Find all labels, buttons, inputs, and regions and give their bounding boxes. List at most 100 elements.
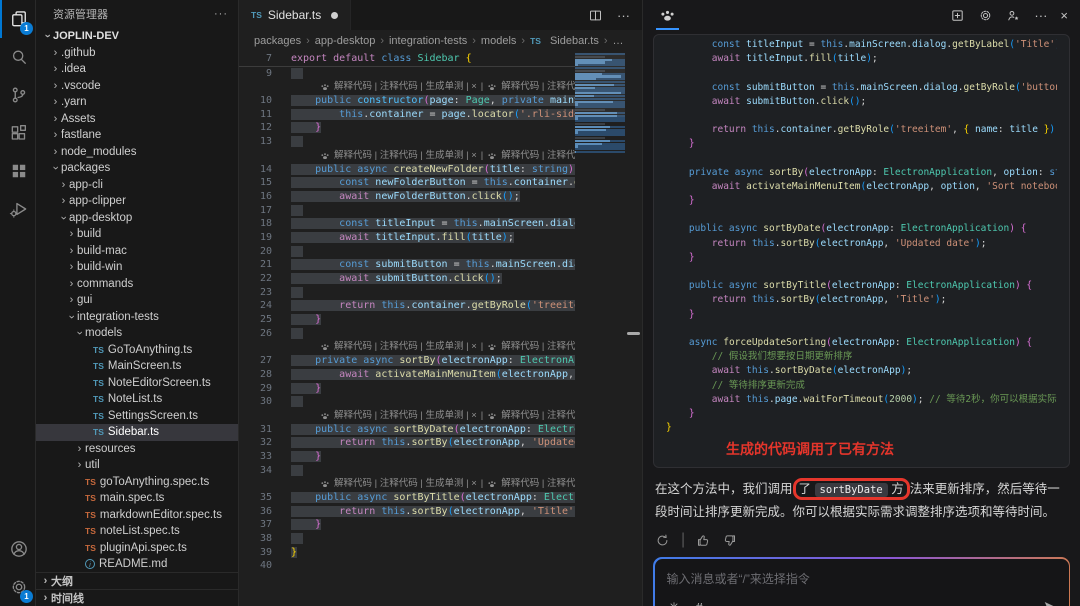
tree-item-readme-md[interactable]: iREADME.md bbox=[36, 556, 238, 572]
editor-line[interactable]: 32 return this.sortBy(electronApp, 'Upda… bbox=[239, 436, 575, 450]
tree-item--yarn[interactable]: ›.yarn bbox=[36, 94, 238, 111]
activity-item-account[interactable] bbox=[0, 530, 35, 568]
close-icon[interactable]: × bbox=[1060, 9, 1068, 22]
breadcrumb-item[interactable]: models bbox=[481, 35, 516, 47]
editor-line[interactable]: 19 await titleInput.fill(title); bbox=[239, 231, 575, 245]
activity-item-run-config[interactable] bbox=[0, 190, 35, 228]
editor-line[interactable]: 23 bbox=[239, 286, 575, 300]
editor-line[interactable]: 35 public async sortByTitle(electronApp:… bbox=[239, 491, 575, 505]
editor-line[interactable]: 33 } bbox=[239, 450, 575, 464]
tree-item-resources[interactable]: ›resources bbox=[36, 441, 238, 458]
more-icon[interactable]: ··· bbox=[1034, 9, 1047, 22]
editor-line[interactable]: 22 await submitButton.click(); bbox=[239, 272, 575, 286]
codelens-label[interactable]: 解释代码 | 注释代码 | 生成单测 | × bbox=[334, 409, 477, 423]
tree-item-app-clipper[interactable]: ›app-clipper bbox=[36, 193, 238, 210]
breadcrumb-item[interactable]: packages bbox=[254, 35, 301, 47]
tree-item-commands[interactable]: ›commands bbox=[36, 276, 238, 293]
breadcrumb-item[interactable]: app-desktop bbox=[315, 35, 376, 47]
codelens-label[interactable]: 解释代码 | 注释代码 | 生成单测 | × bbox=[334, 477, 477, 491]
tree-item-app-cli[interactable]: ›app-cli bbox=[36, 177, 238, 194]
codelens-label[interactable]: 解释代码 | 注释代码 | 生成单测 | × bbox=[501, 340, 575, 354]
dislike-icon[interactable] bbox=[722, 533, 737, 548]
tree-item-settingsscreen-ts[interactable]: TSSettingsScreen.ts bbox=[36, 408, 238, 425]
codelens-actions[interactable]: 解释代码 | 注释代码 | 生成单测 | ×|解释代码 | 注释代码 | 生成单… bbox=[239, 80, 575, 94]
codelens-label[interactable]: 解释代码 | 注释代码 | 生成单测 | × bbox=[334, 340, 477, 354]
editor-line[interactable]: 34 bbox=[239, 464, 575, 478]
editor-line[interactable]: 11 this.container = page.locator('.rli-s… bbox=[239, 108, 575, 122]
editor-line[interactable]: 37 } bbox=[239, 518, 575, 532]
tab-sidebar-ts[interactable]: TS Sidebar.ts bbox=[239, 0, 351, 30]
feedback-icon[interactable] bbox=[1006, 8, 1021, 23]
tree-item--vscode[interactable]: ›.vscode bbox=[36, 78, 238, 95]
codelens-label[interactable]: 解释代码 | 注释代码 | 生成单测 | × bbox=[501, 149, 575, 163]
send-icon[interactable] bbox=[1043, 600, 1057, 606]
editor-line[interactable]: 26 bbox=[239, 327, 575, 341]
minimap-slider[interactable] bbox=[575, 53, 625, 117]
codelens-label[interactable]: 解释代码 | 注释代码 | 生成单测 | × bbox=[334, 149, 477, 163]
tree-item-build-mac[interactable]: ›build-mac bbox=[36, 243, 238, 260]
editor-line[interactable]: 21 const submitButton = this.mainScreen.… bbox=[239, 258, 575, 272]
activity-item-source-control[interactable] bbox=[0, 76, 35, 114]
tree-item-pluginapi-spec-ts[interactable]: TSpluginApi.spec.ts bbox=[36, 540, 238, 557]
editor-line[interactable]: 9 bbox=[239, 67, 575, 81]
codelens-actions[interactable]: 解释代码 | 注释代码 | 生成单测 | ×|解释代码 | 注释代码 | 生成单… bbox=[239, 409, 575, 423]
codelens-actions[interactable]: 解释代码 | 注释代码 | 生成单测 | ×|解释代码 | 注释代码 | 生成单… bbox=[239, 340, 575, 354]
new-session-icon[interactable] bbox=[950, 8, 965, 23]
regenerate-icon[interactable] bbox=[655, 533, 670, 548]
assistant-tab[interactable] bbox=[651, 0, 684, 30]
tree-item-gui[interactable]: ›gui bbox=[36, 292, 238, 309]
codelens-label[interactable]: 解释代码 | 注释代码 | 生成单测 | × bbox=[501, 409, 575, 423]
tree-item-joplin-dev[interactable]: ›JOPLIN-DEV bbox=[36, 28, 238, 45]
tree-item-mainscreen-ts[interactable]: TSMainScreen.ts bbox=[36, 358, 238, 375]
codelens-label[interactable]: 解释代码 | 注释代码 | 生成单测 | × bbox=[501, 80, 575, 94]
editor-line[interactable]: 12 } bbox=[239, 121, 575, 135]
tree-item--github[interactable]: ›.github bbox=[36, 45, 238, 62]
tree-item-gotoanything-spec-ts[interactable]: TSgoToAnything.spec.ts bbox=[36, 474, 238, 491]
minimap[interactable] bbox=[575, 53, 625, 606]
editor-line[interactable]: 18 const titleInput = this.mainScreen.di… bbox=[239, 217, 575, 231]
editor-line[interactable]: 30 bbox=[239, 395, 575, 409]
editor-line[interactable]: 10 public constructor(page: Page, privat… bbox=[239, 94, 575, 108]
tree-item-notelist-ts[interactable]: TSNoteList.ts bbox=[36, 391, 238, 408]
breadcrumb-item[interactable]: Sidebar.ts bbox=[550, 35, 599, 47]
editor-line[interactable]: 39} bbox=[239, 546, 575, 560]
chat-input[interactable]: 输入消息或者“/”来选择指令 # bbox=[655, 559, 1069, 606]
editor-line[interactable]: 40 bbox=[239, 559, 575, 573]
codelens-actions[interactable]: 解释代码 | 注释代码 | 生成单测 | ×|解释代码 | 注释代码 | 生成单… bbox=[239, 477, 575, 491]
explorer-more-icon[interactable]: ··· bbox=[214, 8, 228, 20]
editor-line[interactable]: 25 } bbox=[239, 313, 575, 327]
editor-line[interactable]: 29 } bbox=[239, 382, 575, 396]
activity-item-search[interactable] bbox=[0, 38, 35, 76]
codelens-label[interactable]: 解释代码 | 注释代码 | 生成单测 | × bbox=[501, 477, 575, 491]
editor-line[interactable]: 17 bbox=[239, 204, 575, 218]
tree-item-models[interactable]: ›models bbox=[36, 325, 238, 342]
tree-item-notelist-spec-ts[interactable]: TSnoteList.spec.ts bbox=[36, 523, 238, 540]
codelens-label[interactable]: 解释代码 | 注释代码 | 生成单测 | × bbox=[334, 80, 477, 94]
editor-line[interactable]: 24 return this.container.getByRole('tree… bbox=[239, 299, 575, 313]
editor-line[interactable]: 15 const newFolderButton = this.containe… bbox=[239, 176, 575, 190]
tree-item-noteeditorscreen-ts[interactable]: TSNoteEditorScreen.ts bbox=[36, 375, 238, 392]
context-hash-icon[interactable]: # bbox=[696, 600, 703, 606]
tree-item-build-win[interactable]: ›build-win bbox=[36, 259, 238, 276]
tree-item-assets[interactable]: ›Assets bbox=[36, 111, 238, 128]
tree-item-integration-tests[interactable]: ›integration-tests bbox=[36, 309, 238, 326]
editor-line[interactable]: 28 await activateMainMenuItem(electronAp… bbox=[239, 368, 575, 382]
tree-item--idea[interactable]: ›.idea bbox=[36, 61, 238, 78]
editor-line[interactable]: 16 await newFolderButton.click(); bbox=[239, 190, 575, 204]
tree-item-sidebar-ts[interactable]: TSSidebar.ts bbox=[36, 424, 238, 441]
commands-icon[interactable] bbox=[667, 600, 681, 606]
activity-item-apps-grid[interactable] bbox=[0, 152, 35, 190]
editor-line[interactable]: 36 return this.sortBy(electronApp, 'Titl… bbox=[239, 505, 575, 519]
sidebar-section-时间线[interactable]: ›时间线 bbox=[36, 589, 238, 606]
editor-line[interactable]: 38 bbox=[239, 532, 575, 546]
activity-item-files[interactable]: 1 bbox=[0, 0, 35, 38]
tree-item-markdowneditor-spec-ts[interactable]: TSmarkdownEditor.spec.ts bbox=[36, 507, 238, 524]
editor-line[interactable]: 27 private async sortBy(electronApp: Ele… bbox=[239, 354, 575, 368]
editor-line[interactable]: 14 public async createNewFolder(title: s… bbox=[239, 163, 575, 177]
editor-more-icon[interactable]: ··· bbox=[617, 8, 630, 23]
tree-item-gotoanything-ts[interactable]: TSGoToAnything.ts bbox=[36, 342, 238, 359]
tree-item-fastlane[interactable]: ›fastlane bbox=[36, 127, 238, 144]
split-editor-icon[interactable] bbox=[588, 8, 603, 23]
code-editor[interactable]: 7export default class Sidebar {9 解释代码 | … bbox=[239, 52, 642, 606]
activity-item-extensions[interactable] bbox=[0, 114, 35, 152]
